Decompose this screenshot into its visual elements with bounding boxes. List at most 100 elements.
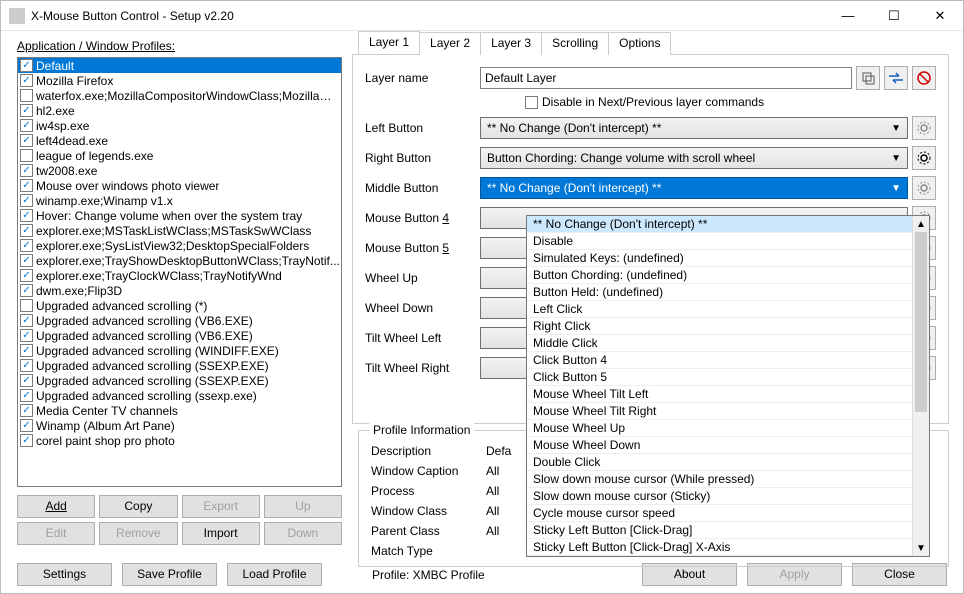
profile-checkbox[interactable]: ✓ <box>20 389 33 402</box>
gear-icon[interactable] <box>912 176 936 200</box>
dropdown-item[interactable]: Disable <box>527 233 912 250</box>
dropdown-item[interactable]: Slow down mouse cursor (Sticky) <box>527 488 912 505</box>
gear-icon[interactable] <box>912 146 936 170</box>
dropdown-item[interactable]: Click Button 4 <box>527 352 912 369</box>
action-combo[interactable]: Button Chording: Change volume with scro… <box>480 147 908 169</box>
profile-checkbox[interactable]: ✓ <box>20 59 33 72</box>
dropdown-item[interactable]: Mouse Wheel Up <box>527 420 912 437</box>
profile-checkbox[interactable]: ✓ <box>20 164 33 177</box>
action-combo[interactable]: ** No Change (Don't intercept) **▼ <box>480 117 908 139</box>
profile-checkbox[interactable] <box>20 149 33 162</box>
tab-options[interactable]: Options <box>608 32 671 55</box>
profile-item[interactable]: ✓dwm.exe;Flip3D <box>18 283 341 298</box>
dropdown-item[interactable]: Click Button 5 <box>527 369 912 386</box>
profile-item[interactable]: ✓explorer.exe;SysListView32;DesktopSpeci… <box>18 238 341 253</box>
dropdown-scrollbar[interactable]: ▲ ▼ <box>913 216 929 556</box>
profile-checkbox[interactable]: ✓ <box>20 134 33 147</box>
profile-item[interactable]: ✓Upgraded advanced scrolling (VB6.EXE) <box>18 328 341 343</box>
profile-checkbox[interactable]: ✓ <box>20 344 33 357</box>
profile-item[interactable]: ✓Upgraded advanced scrolling (SSEXP.EXE) <box>18 358 341 373</box>
dropdown-item[interactable]: Right Click <box>527 318 912 335</box>
profile-checkbox[interactable]: ✓ <box>20 119 33 132</box>
profile-item[interactable]: ✓Upgraded advanced scrolling (SSEXP.EXE) <box>18 373 341 388</box>
profile-checkbox[interactable]: ✓ <box>20 434 33 447</box>
tab-layer-3[interactable]: Layer 3 <box>480 32 542 55</box>
middle-button-dropdown[interactable]: ** No Change (Don't intercept) **Disable… <box>526 215 930 557</box>
down-button[interactable]: Down <box>264 522 342 545</box>
dropdown-item[interactable]: Sticky Left Button [Click-Drag] X-Axis <box>527 539 912 556</box>
export-button[interactable]: Export <box>182 495 260 518</box>
profile-checkbox[interactable]: ✓ <box>20 179 33 192</box>
profile-checkbox[interactable]: ✓ <box>20 209 33 222</box>
dropdown-item[interactable]: Mouse Wheel Tilt Right <box>527 403 912 420</box>
profile-checkbox[interactable]: ✓ <box>20 329 33 342</box>
profile-checkbox[interactable]: ✓ <box>20 254 33 267</box>
settings-button[interactable]: Settings <box>17 563 112 586</box>
dropdown-item[interactable]: Double Click <box>527 454 912 471</box>
profile-item[interactable]: ✓Default <box>18 58 341 73</box>
maximize-button[interactable]: ☐ <box>871 1 917 30</box>
dropdown-item[interactable]: Button Chording: (undefined) <box>527 267 912 284</box>
profile-checkbox[interactable]: ✓ <box>20 374 33 387</box>
swap-layer-icon[interactable] <box>884 66 908 90</box>
profile-checkbox[interactable] <box>20 89 33 102</box>
profile-item[interactable]: waterfox.exe;MozillaCompositorWindowClas… <box>18 88 341 103</box>
profile-item[interactable]: ✓Upgraded advanced scrolling (WINDIFF.EX… <box>18 343 341 358</box>
profile-checkbox[interactable]: ✓ <box>20 74 33 87</box>
profile-checkbox[interactable] <box>20 299 33 312</box>
profile-item[interactable]: ✓Media Center TV channels <box>18 403 341 418</box>
up-button[interactable]: Up <box>264 495 342 518</box>
dropdown-item[interactable]: Button Held: (undefined) <box>527 284 912 301</box>
tab-layer-1[interactable]: Layer 1 <box>358 31 420 54</box>
dropdown-item[interactable]: Middle Click <box>527 335 912 352</box>
load-profile-button[interactable]: Load Profile <box>227 563 322 586</box>
add-button[interactable]: Add <box>17 495 95 518</box>
profile-checkbox[interactable]: ✓ <box>20 104 33 117</box>
dropdown-item[interactable]: Simulated Keys: (undefined) <box>527 250 912 267</box>
dropdown-item[interactable]: Left Click <box>527 301 912 318</box>
profile-checkbox[interactable]: ✓ <box>20 419 33 432</box>
profile-item[interactable]: ✓corel paint shop pro photo <box>18 433 341 448</box>
import-button[interactable]: Import <box>182 522 260 545</box>
profile-item[interactable]: ✓Mozilla Firefox <box>18 73 341 88</box>
profile-item[interactable]: ✓Upgraded advanced scrolling (ssexp.exe) <box>18 388 341 403</box>
profile-checkbox[interactable]: ✓ <box>20 194 33 207</box>
profile-item[interactable]: ✓explorer.exe;TrayClockWClass;TrayNotify… <box>18 268 341 283</box>
dropdown-item[interactable]: Sticky Left Button [Click-Drag] <box>527 522 912 539</box>
profile-item[interactable]: ✓explorer.exe;TrayShowDesktopButtonWClas… <box>18 253 341 268</box>
profile-item[interactable]: ✓Winamp (Album Art Pane) <box>18 418 341 433</box>
profile-checkbox[interactable]: ✓ <box>20 284 33 297</box>
dropdown-item[interactable]: Cycle mouse cursor speed <box>527 505 912 522</box>
dropdown-item[interactable]: ** No Change (Don't intercept) ** <box>527 216 912 233</box>
tab-scrolling[interactable]: Scrolling <box>541 32 609 55</box>
profile-list[interactable]: ✓Default✓Mozilla Firefoxwaterfox.exe;Moz… <box>17 57 342 487</box>
action-combo[interactable]: ** No Change (Don't intercept) **▼ <box>480 177 908 199</box>
profile-checkbox[interactable]: ✓ <box>20 314 33 327</box>
profile-checkbox[interactable]: ✓ <box>20 359 33 372</box>
profile-item[interactable]: ✓Upgraded advanced scrolling (VB6.EXE) <box>18 313 341 328</box>
scroll-down-icon[interactable]: ▼ <box>913 540 929 556</box>
profile-item[interactable]: ✓Mouse over windows photo viewer <box>18 178 341 193</box>
profile-item[interactable]: ✓Hover: Change volume when over the syst… <box>18 208 341 223</box>
profile-item[interactable]: ✓left4dead.exe <box>18 133 341 148</box>
layer-name-input[interactable] <box>480 67 852 89</box>
dropdown-item[interactable]: Mouse Wheel Tilt Left <box>527 386 912 403</box>
tab-layer-2[interactable]: Layer 2 <box>419 32 481 55</box>
profile-item[interactable]: ✓iw4sp.exe <box>18 118 341 133</box>
profile-item[interactable]: league of legends.exe <box>18 148 341 163</box>
dropdown-item[interactable]: Mouse Wheel Down <box>527 437 912 454</box>
profile-checkbox[interactable]: ✓ <box>20 224 33 237</box>
close-window-button[interactable]: ✕ <box>917 1 963 30</box>
edit-button[interactable]: Edit <box>17 522 95 545</box>
profile-checkbox[interactable]: ✓ <box>20 239 33 252</box>
dropdown-item[interactable]: Slow down mouse cursor (While pressed) <box>527 471 912 488</box>
profile-checkbox[interactable]: ✓ <box>20 404 33 417</box>
save-profile-button[interactable]: Save Profile <box>122 563 217 586</box>
revert-layer-icon[interactable] <box>912 66 936 90</box>
profile-checkbox[interactable]: ✓ <box>20 269 33 282</box>
profile-item[interactable]: ✓hl2.exe <box>18 103 341 118</box>
copy-layer-icon[interactable] <box>856 66 880 90</box>
minimize-button[interactable]: — <box>825 1 871 30</box>
copy-button[interactable]: Copy <box>99 495 177 518</box>
profile-item[interactable]: ✓explorer.exe;MSTaskListWClass;MSTaskSwW… <box>18 223 341 238</box>
